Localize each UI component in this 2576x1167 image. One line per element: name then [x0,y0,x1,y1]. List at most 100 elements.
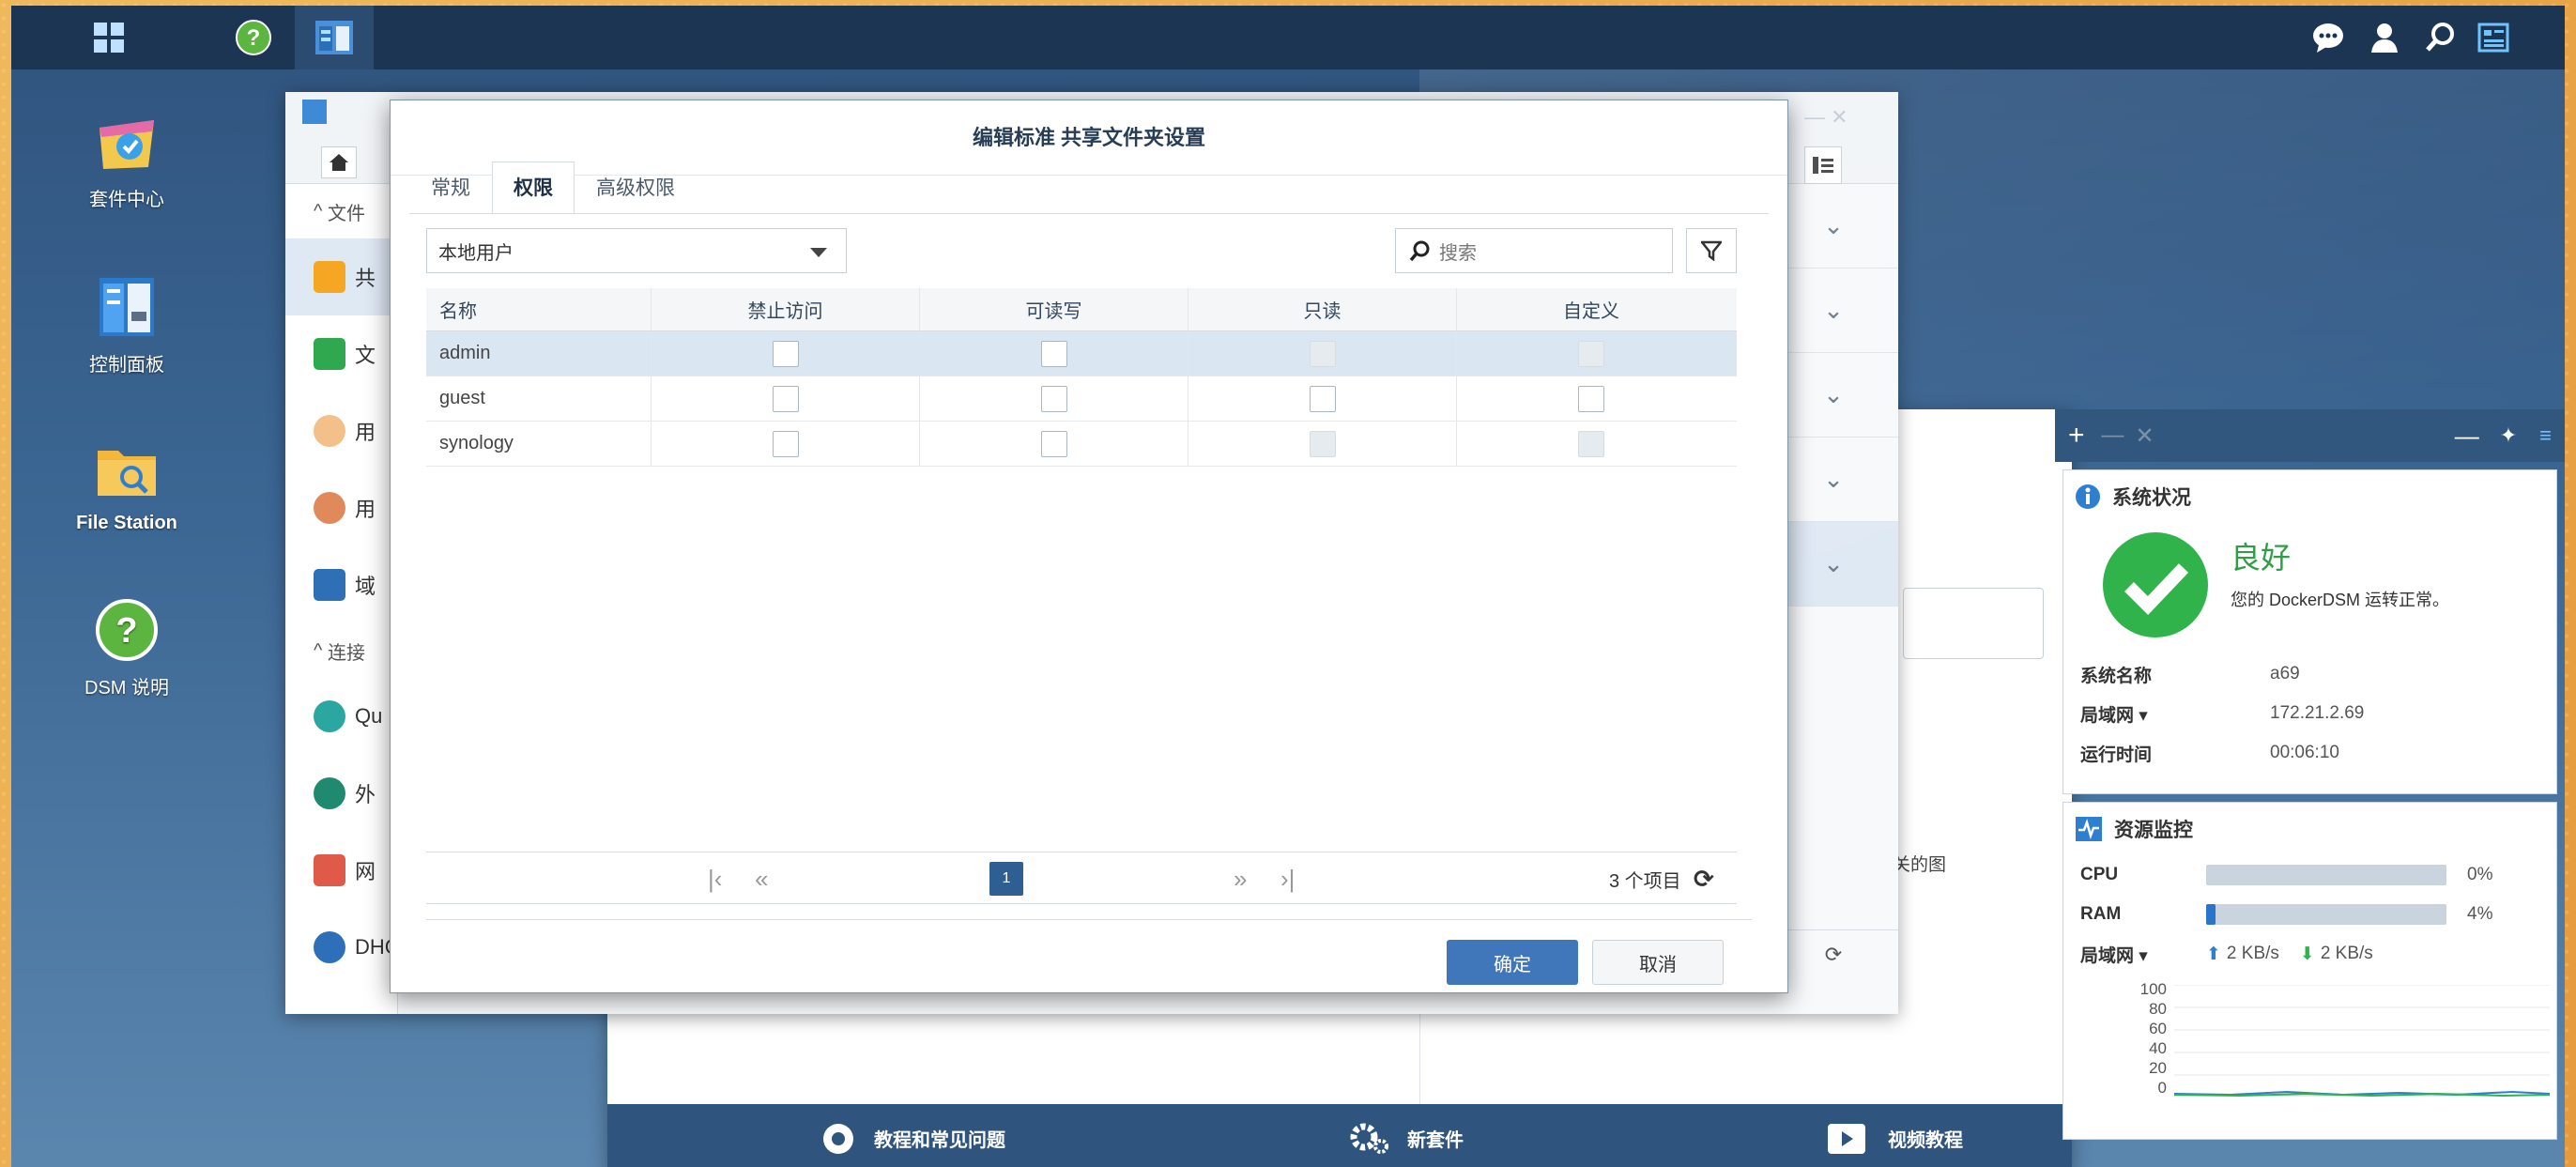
control-panel-icon [94,274,160,340]
prev-page-icon[interactable]: « [755,852,768,905]
widget-menu-icon[interactable]: ≡ [2539,423,2552,448]
sidebar-item-label: 网 [355,860,376,883]
desktop-icon-package-center[interactable]: 套件中心 [47,109,207,211]
sidebar-item-label: 用 [355,498,376,521]
current-page[interactable]: 1 [989,862,1023,896]
file-services-icon [314,338,345,370]
read-write-checkbox[interactable] [1040,340,1067,367]
main-menu-icon[interactable] [69,6,148,69]
sidebar-item-group[interactable]: 用 [285,469,397,546]
lan-row[interactable]: 局域网 ▾ ⬆ 2 KB/s ⬇ 2 KB/s [2063,934,2556,974]
desktop-icon-file-station[interactable]: File Station [47,438,207,534]
view-toggle-button[interactable] [1804,146,1842,184]
help-icon: ? [94,597,160,663]
sidebar-section-file[interactable]: ^ 文件 [285,184,397,238]
widget-title: 系统状况 [2063,470,2556,523]
chat-icon[interactable] [2306,15,2351,60]
add-widget-icon[interactable]: + [2068,420,2085,452]
widgets-icon[interactable] [2471,15,2516,60]
sidebar-item-quickconnect[interactable]: Qu [285,678,397,755]
list-view-icon [1813,157,1833,174]
permissions-table: 名称 禁止访问 可读写 只读 自定义 admin guest synology [426,288,1737,467]
chevron-down-icon [810,248,827,257]
window-controls[interactable]: — ✕ [1804,105,1848,130]
read-write-checkbox[interactable] [1040,385,1067,412]
column-header-read-write[interactable]: 可读写 [920,288,1188,330]
deny-checkbox[interactable] [772,385,799,412]
cancel-button[interactable]: 取消 [1592,940,1724,985]
status-row: 运行时间 00:06:10 [2080,743,2339,765]
sidebar-item-domain[interactable]: 域 [285,546,397,623]
search-placeholder: 搜索 [1439,242,1477,264]
chevron-down-icon: ⌄ [1823,465,1844,493]
package-center-icon [94,109,160,175]
control-panel-sidebar: ^ 文件 共 文 用 用 域 ^ 连接 Qu 外 网 DHCP Server [285,184,398,1014]
status-row: 系统名称 a69 [2080,664,2300,686]
help-footer: 教程和常见问题 新套件 视频教程 [607,1104,2072,1167]
search-input[interactable]: 搜索 [1395,228,1673,273]
tab-advanced-permissions[interactable]: 高级权限 [575,161,697,214]
row-user-name: guest [426,376,652,421]
tab-general[interactable]: 常规 [409,161,492,214]
chevron-down-icon: ⌄ [1823,380,1844,408]
desktop-icon-dsm-help[interactable]: ? DSM 说明 [47,597,207,699]
minimize-icon: — [2101,422,2124,448]
search-icon[interactable] [2418,15,2463,60]
table-row[interactable]: guest [426,376,1737,422]
control-panel-window-icon [302,100,327,124]
column-header-read-only[interactable]: 只读 [1188,288,1457,330]
help-footer-label: 视频教程 [1888,1130,1963,1151]
help-footer-tutorials[interactable]: 教程和常见问题 [821,1122,1005,1156]
sidebar-item-dhcp-server[interactable]: DHCP Server [285,909,397,986]
pin-icon[interactable]: ✦ [2500,423,2517,448]
help-footer-new-packages[interactable]: 新套件 [1349,1122,1464,1156]
filter-button[interactable] [1686,228,1737,273]
folder-icon [94,438,160,503]
dhcp-icon [314,931,345,963]
deny-checkbox[interactable] [772,340,799,367]
user-icon [314,415,345,447]
next-page-icon[interactable]: » [1234,852,1247,905]
column-header-name[interactable]: 名称 [426,288,652,330]
gear-icon [1350,1123,1388,1154]
collapse-icon[interactable]: — [2455,422,2479,451]
column-header-deny[interactable]: 禁止访问 [652,288,920,330]
sidebar-item-external-access[interactable]: 外 [285,755,397,832]
quickconnect-icon [314,700,345,732]
table-row[interactable]: synology [426,422,1737,467]
sidebar-item-network[interactable]: 网 [285,832,397,909]
chevron-down-icon: ⌄ [1823,211,1844,239]
read-only-checkbox[interactable] [1309,385,1336,412]
first-page-icon[interactable]: |‹ [708,852,722,905]
status-summary: 良好 您的 DockerDSM 运转正常。 [2063,523,2556,654]
user-icon[interactable] [2362,15,2407,60]
help-icon[interactable]: ? [214,6,293,69]
ok-button[interactable]: 确定 [1447,940,1578,985]
desktop-icon-control-panel[interactable]: 控制面板 [47,274,207,376]
pagination: |‹ « 1 » ›| 3 个项目 ⟳ [426,852,1737,904]
sidebar-item-user[interactable]: 用 [285,392,397,469]
taskbar: ? [11,6,2565,69]
status-row[interactable]: 局域网 ▾ 172.21.2.69 [2063,694,2556,733]
shared-folder-icon [314,261,345,293]
sidebar-item-file-services[interactable]: 文 [285,315,397,392]
desktop-icon-label: 控制面板 [89,355,164,376]
help-search-box[interactable] [1903,588,2044,659]
column-header-custom[interactable]: 自定义 [1457,288,1725,330]
custom-checkbox[interactable] [1578,385,1604,412]
tab-permissions[interactable]: 权限 [492,161,575,214]
sidebar-item-shared-folder[interactable]: 共 [285,238,397,315]
last-page-icon[interactable]: ›| [1280,852,1295,905]
cpu-bar [2206,865,2446,885]
table-row[interactable]: admin [426,331,1737,376]
ram-bar-fill [2206,904,2216,925]
user-type-select[interactable]: 本地用户 [426,228,847,273]
svg-text:?: ? [115,611,137,651]
deny-checkbox[interactable] [772,430,799,457]
help-footer-video-tutorials[interactable]: 视频教程 [1828,1123,1963,1154]
refresh-icon[interactable]: ⟳ [1694,852,1714,905]
sidebar-section-connectivity[interactable]: ^ 连接 [285,623,397,678]
home-button[interactable] [321,146,357,178]
control-panel-icon[interactable] [295,6,374,69]
read-write-checkbox[interactable] [1040,430,1067,457]
